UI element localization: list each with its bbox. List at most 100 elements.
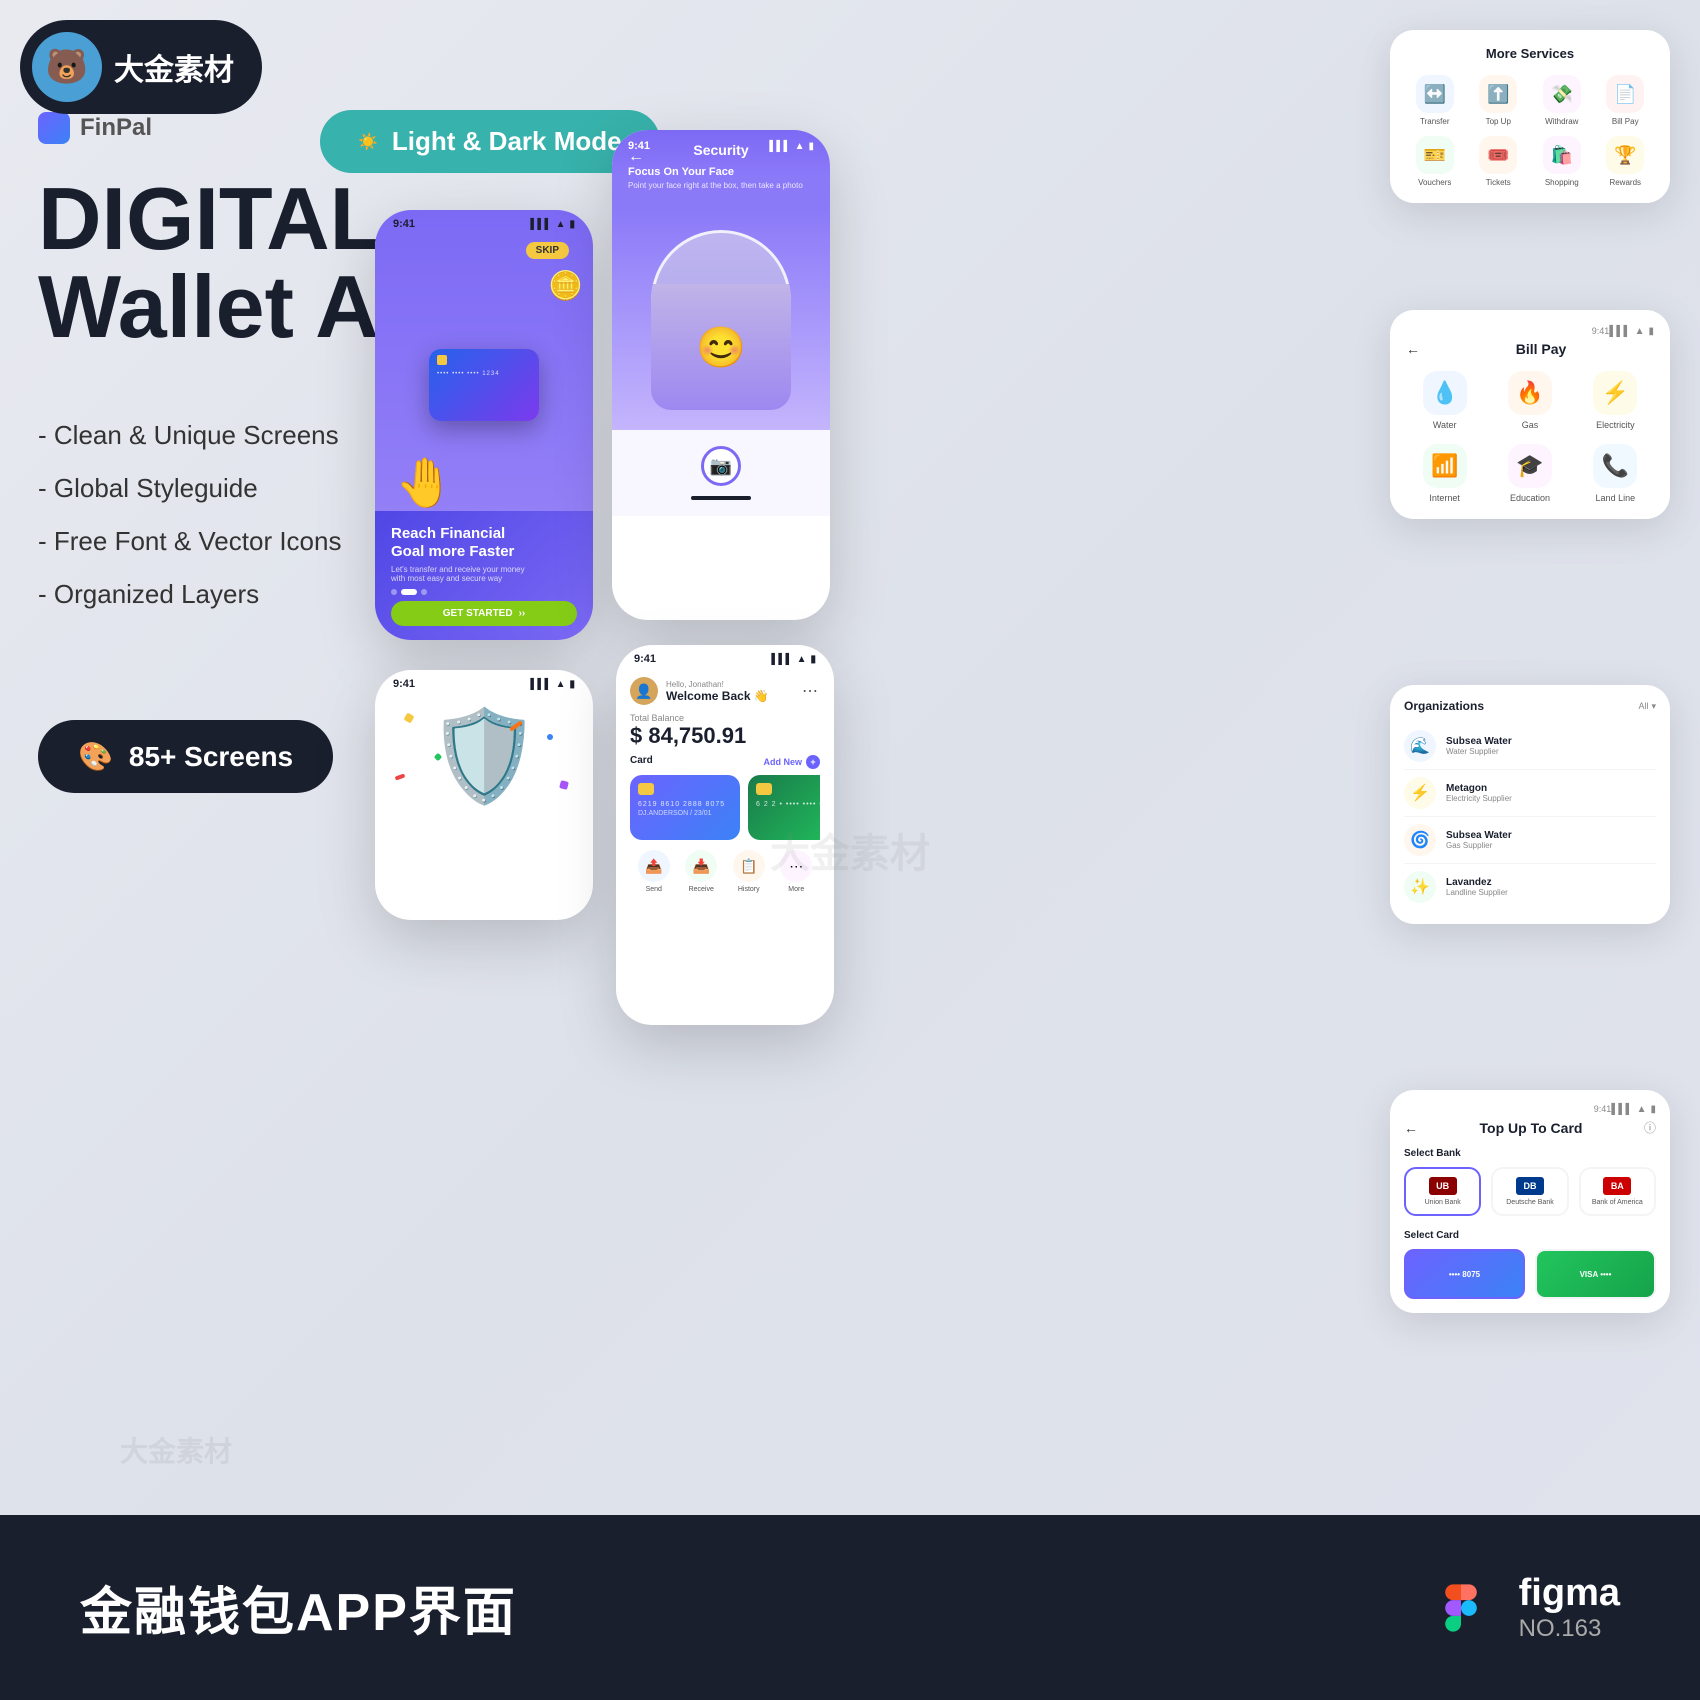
face-photo: 😊 (651, 230, 791, 410)
tu-signal: ▌▌▌ (1611, 1104, 1632, 1115)
phone3-status-icons: ▌▌▌ ▲ ▮ (530, 679, 575, 690)
phone4-time: 9:41 (634, 653, 656, 665)
battery-icon: ▮ (569, 219, 575, 230)
onboard-body: 9:41 ▌▌▌ ▲ ▮ SKIP 🤚 •••• •••• •••• 1234 … (375, 210, 593, 640)
get-started-button[interactable]: GET STARTED ›› (391, 601, 577, 626)
feature-3: Free Font & Vector Icons (38, 526, 341, 557)
bp-status-icons: ▌▌▌ ▲ ▮ (1609, 326, 1654, 337)
bp-education[interactable]: 🎓 Education (1491, 444, 1568, 503)
receive-icon-wrap: 📥 (685, 850, 717, 882)
logo-badge: 🐻 大金素材 (20, 20, 262, 114)
phone1-time: 9:41 (393, 218, 415, 230)
phone1-status-icons: ▌▌▌ ▲ ▮ (530, 219, 575, 230)
service-rewards[interactable]: 🏆 Rewards (1597, 136, 1655, 187)
org-type-2: Electricity Supplier (1446, 794, 1512, 803)
org-info-2: Metagon Electricity Supplier (1446, 783, 1512, 803)
bp-landline[interactable]: 📞 Land Line (1577, 444, 1654, 503)
electricity-label: Electricity (1596, 420, 1635, 430)
battery-icon4: ▮ (810, 654, 816, 665)
dot-2 (401, 589, 417, 595)
bottom-bar-text: 金融钱包APP界面 (80, 1570, 517, 1645)
more-button[interactable]: ⋯ (802, 681, 820, 701)
phone3-status: 9:41 ▌▌▌ ▲ ▮ (375, 670, 593, 694)
bp-time: 9:41 (1592, 326, 1610, 337)
mode-badge[interactable]: ☀️ Light & Dark Mode (320, 110, 660, 173)
receive-label: Receive (689, 886, 714, 893)
brand-label: FinPal (80, 114, 152, 142)
figma-name: figma (1519, 1572, 1620, 1615)
service-vouchers[interactable]: 🎫 Vouchers (1406, 136, 1464, 187)
card-label: Card Add New + (630, 755, 820, 769)
topup-icon: ⬆️ (1479, 75, 1517, 113)
mascot-icon: 🐻 (32, 32, 102, 102)
tickets-icon: 🎟️ (1479, 136, 1517, 174)
card-option-1[interactable]: •••• 8075 (1404, 1249, 1525, 1299)
org-subsea-water[interactable]: 🌊 Subsea Water Water Supplier (1404, 723, 1656, 770)
bill-pay-header: ← Bill Pay (1406, 341, 1654, 357)
service-shopping[interactable]: 🛍️ Shopping (1533, 136, 1591, 187)
receive-action[interactable]: 📥 Receive (685, 850, 717, 893)
service-withdraw[interactable]: 💸 Withdraw (1533, 75, 1591, 126)
electricity-icon: ⚡ (1593, 371, 1637, 415)
cards-container: 6219 8610 2888 8075 DJ.ANDERSON / 23/01 … (630, 775, 820, 840)
phone4-status-icons: ▌▌▌ ▲ ▮ (771, 654, 816, 665)
service-billpay[interactable]: 📄 Bill Pay (1597, 75, 1655, 126)
topup-info-icon[interactable]: ⓘ (1644, 1119, 1656, 1136)
topup-panel: 9:41 ▌▌▌ ▲ ▮ ← Top Up To Card ⓘ Select B… (1390, 1090, 1670, 1313)
bill-pay-back[interactable]: ← (1406, 341, 1420, 357)
card-option-2[interactable]: VISA •••• (1535, 1249, 1656, 1299)
phone4-status: 9:41 ▌▌▌ ▲ ▮ (616, 645, 834, 669)
bank-of-america[interactable]: BA Bank of America (1579, 1167, 1656, 1216)
send-action[interactable]: 📤 Send (638, 850, 670, 893)
wifi-icon2: ▲ (795, 141, 805, 152)
figma-icon (1421, 1568, 1501, 1648)
orgs-title: Organizations (1404, 699, 1484, 713)
security-back-button[interactable]: ← (628, 148, 644, 166)
card-1[interactable]: 6219 8610 2888 8075 DJ.ANDERSON / 23/01 (630, 775, 740, 840)
org-lavandez[interactable]: ✨ Lavandez Landline Supplier (1404, 864, 1656, 910)
org-metagon[interactable]: ⚡ Metagon Electricity Supplier (1404, 770, 1656, 817)
security-body: 📷 (612, 430, 830, 516)
bottom-bar: 金融钱包APP界面 figma NO.163 (0, 1515, 1700, 1700)
confetti-area (375, 694, 593, 819)
water-icon: 💧 (1423, 371, 1467, 415)
deutsche-bank[interactable]: DB Deutsche Bank (1491, 1167, 1568, 1216)
union-bank[interactable]: UB Union Bank (1404, 1167, 1481, 1216)
add-new-button[interactable]: Add New + (763, 755, 820, 769)
org-subsea-gas[interactable]: 🌀 Subsea Water Gas Supplier (1404, 817, 1656, 864)
more-action[interactable]: ⋯ More (780, 850, 812, 893)
arrow-icon: ›› (519, 608, 526, 619)
bp-water[interactable]: 💧 Water (1406, 371, 1483, 430)
bp-internet[interactable]: 📶 Internet (1406, 444, 1483, 503)
phone-dashboard: 9:41 ▌▌▌ ▲ ▮ 👤 Hello, Jonathan! Welcome … (616, 645, 834, 1025)
camera-button[interactable]: 📷 (701, 446, 741, 486)
history-action[interactable]: 📋 History (733, 850, 765, 893)
orgs-filter[interactable]: All ▾ (1638, 701, 1656, 712)
tickets-label: Tickets (1486, 178, 1511, 187)
topup-header: ← Top Up To Card ⓘ (1404, 1119, 1656, 1136)
bp-electricity[interactable]: ⚡ Electricity (1577, 371, 1654, 430)
gas-icon: 🔥 (1508, 371, 1552, 415)
card-2[interactable]: VISA 6 2 2 • •••• •••• •••• (748, 775, 820, 840)
mode-badge-text: Light & Dark Mode (392, 126, 622, 157)
signal-icon4: ▌▌▌ (771, 654, 792, 665)
skip-button[interactable]: SKIP (526, 242, 569, 259)
bp-gas[interactable]: 🔥 Gas (1491, 371, 1568, 430)
phone1-status: 9:41 ▌▌▌ ▲ ▮ (375, 210, 593, 234)
vouchers-icon: 🎫 (1416, 136, 1454, 174)
promo-title: Reach FinancialGoal more Faster (391, 525, 577, 561)
dot-3 (421, 589, 427, 595)
signal-icon2: ▌▌▌ (769, 141, 790, 152)
service-transfer[interactable]: ↔️ Transfer (1406, 75, 1464, 126)
tu-battery: ▮ (1650, 1104, 1656, 1115)
topup-back-button[interactable]: ← (1404, 1120, 1418, 1136)
services-grid: ↔️ Transfer ⬆️ Top Up 💸 Withdraw 📄 Bill … (1406, 75, 1654, 187)
signal-icon3: ▌▌▌ (530, 679, 551, 690)
feature-2: Global Styleguide (38, 473, 341, 504)
phone3-time: 9:41 (393, 678, 415, 690)
service-topup[interactable]: ⬆️ Top Up (1470, 75, 1528, 126)
bill-pay-status: 9:41 ▌▌▌ ▲ ▮ (1406, 326, 1654, 337)
withdraw-icon: 💸 (1543, 75, 1581, 113)
hand-icon: 🤚 (395, 454, 455, 511)
service-tickets[interactable]: 🎟️ Tickets (1470, 136, 1528, 187)
